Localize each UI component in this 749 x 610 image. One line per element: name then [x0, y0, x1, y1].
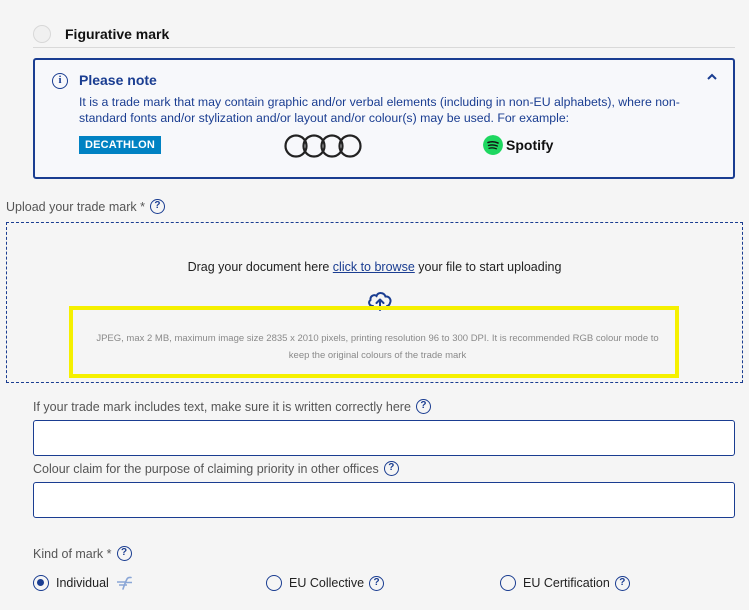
audi-logo [284, 134, 362, 158]
help-icon[interactable]: ? [614, 575, 630, 591]
figurative-mark-radio[interactable] [33, 25, 51, 43]
help-icon[interactable]: ? [149, 199, 165, 214]
text-field-label: If your trade mark includes text, make s… [33, 399, 431, 414]
kind-option-eu-certification[interactable]: EU Certification ? [500, 575, 630, 591]
trade-mark-form: Figurative mark i Please note It is a tr… [0, 0, 749, 610]
required-mark: * [140, 199, 145, 214]
divider [33, 47, 735, 48]
note-text: It is a trade mark that may contain grap… [79, 95, 680, 125]
text-field-label-text: If your trade mark includes text, make s… [33, 399, 411, 414]
individual-radio[interactable] [33, 575, 49, 591]
trade-mark-text-input[interactable] [33, 420, 735, 456]
eu-certification-label: EU Certification [523, 576, 610, 590]
colour-claim-label-text: Colour claim for the purpose of claiming… [33, 461, 379, 476]
help-icon[interactable]: ? [415, 399, 431, 414]
colour-claim-label: Colour claim for the purpose of claiming… [33, 461, 399, 476]
kind-option-individual[interactable]: Individual [33, 575, 137, 591]
figurative-mark-header[interactable]: Figurative mark [33, 22, 735, 46]
figurative-mark-label: Figurative mark [65, 26, 170, 42]
eu-collective-radio[interactable] [266, 575, 282, 591]
kind-option-eu-collective[interactable]: EU Collective ? [266, 575, 385, 591]
upload-label-text: Upload your trade mark [6, 199, 137, 214]
upload-hint: JPEG, max 2 MB, maximum image size 2835 … [96, 333, 659, 361]
spotify-icon [483, 135, 503, 155]
individual-label: Individual [56, 576, 109, 590]
kind-of-mark-label: Kind of mark * ? [33, 546, 132, 561]
drag-text-after: your file to start uploading [414, 260, 562, 274]
spotify-wordmark: Spotify [506, 137, 554, 153]
kind-of-mark-label-text: Kind of mark [33, 546, 104, 561]
spotify-logo: Spotify [483, 135, 553, 155]
note-title: Please note [79, 72, 157, 88]
chevron-up-icon[interactable] [705, 70, 719, 84]
please-note-panel: i Please note It is a trade mark that ma… [33, 58, 735, 179]
colour-claim-input[interactable] [33, 482, 735, 518]
info-icon: i [52, 73, 68, 89]
upload-instructions: Drag your document here click to browse … [0, 260, 749, 274]
drag-text-before: Drag your document here [187, 260, 333, 274]
browse-link[interactable]: click to browse [333, 260, 415, 274]
eu-certification-radio[interactable] [500, 575, 516, 591]
individual-mark-icon [116, 576, 132, 590]
help-icon[interactable]: ? [116, 546, 132, 561]
decathlon-logo: DECATHLON [79, 136, 161, 154]
upload-label: Upload your trade mark * ? [6, 199, 165, 214]
help-icon[interactable]: ? [369, 575, 385, 591]
help-icon[interactable]: ? [383, 461, 399, 476]
required-mark: * [106, 546, 112, 561]
eu-collective-label: EU Collective [289, 576, 365, 590]
